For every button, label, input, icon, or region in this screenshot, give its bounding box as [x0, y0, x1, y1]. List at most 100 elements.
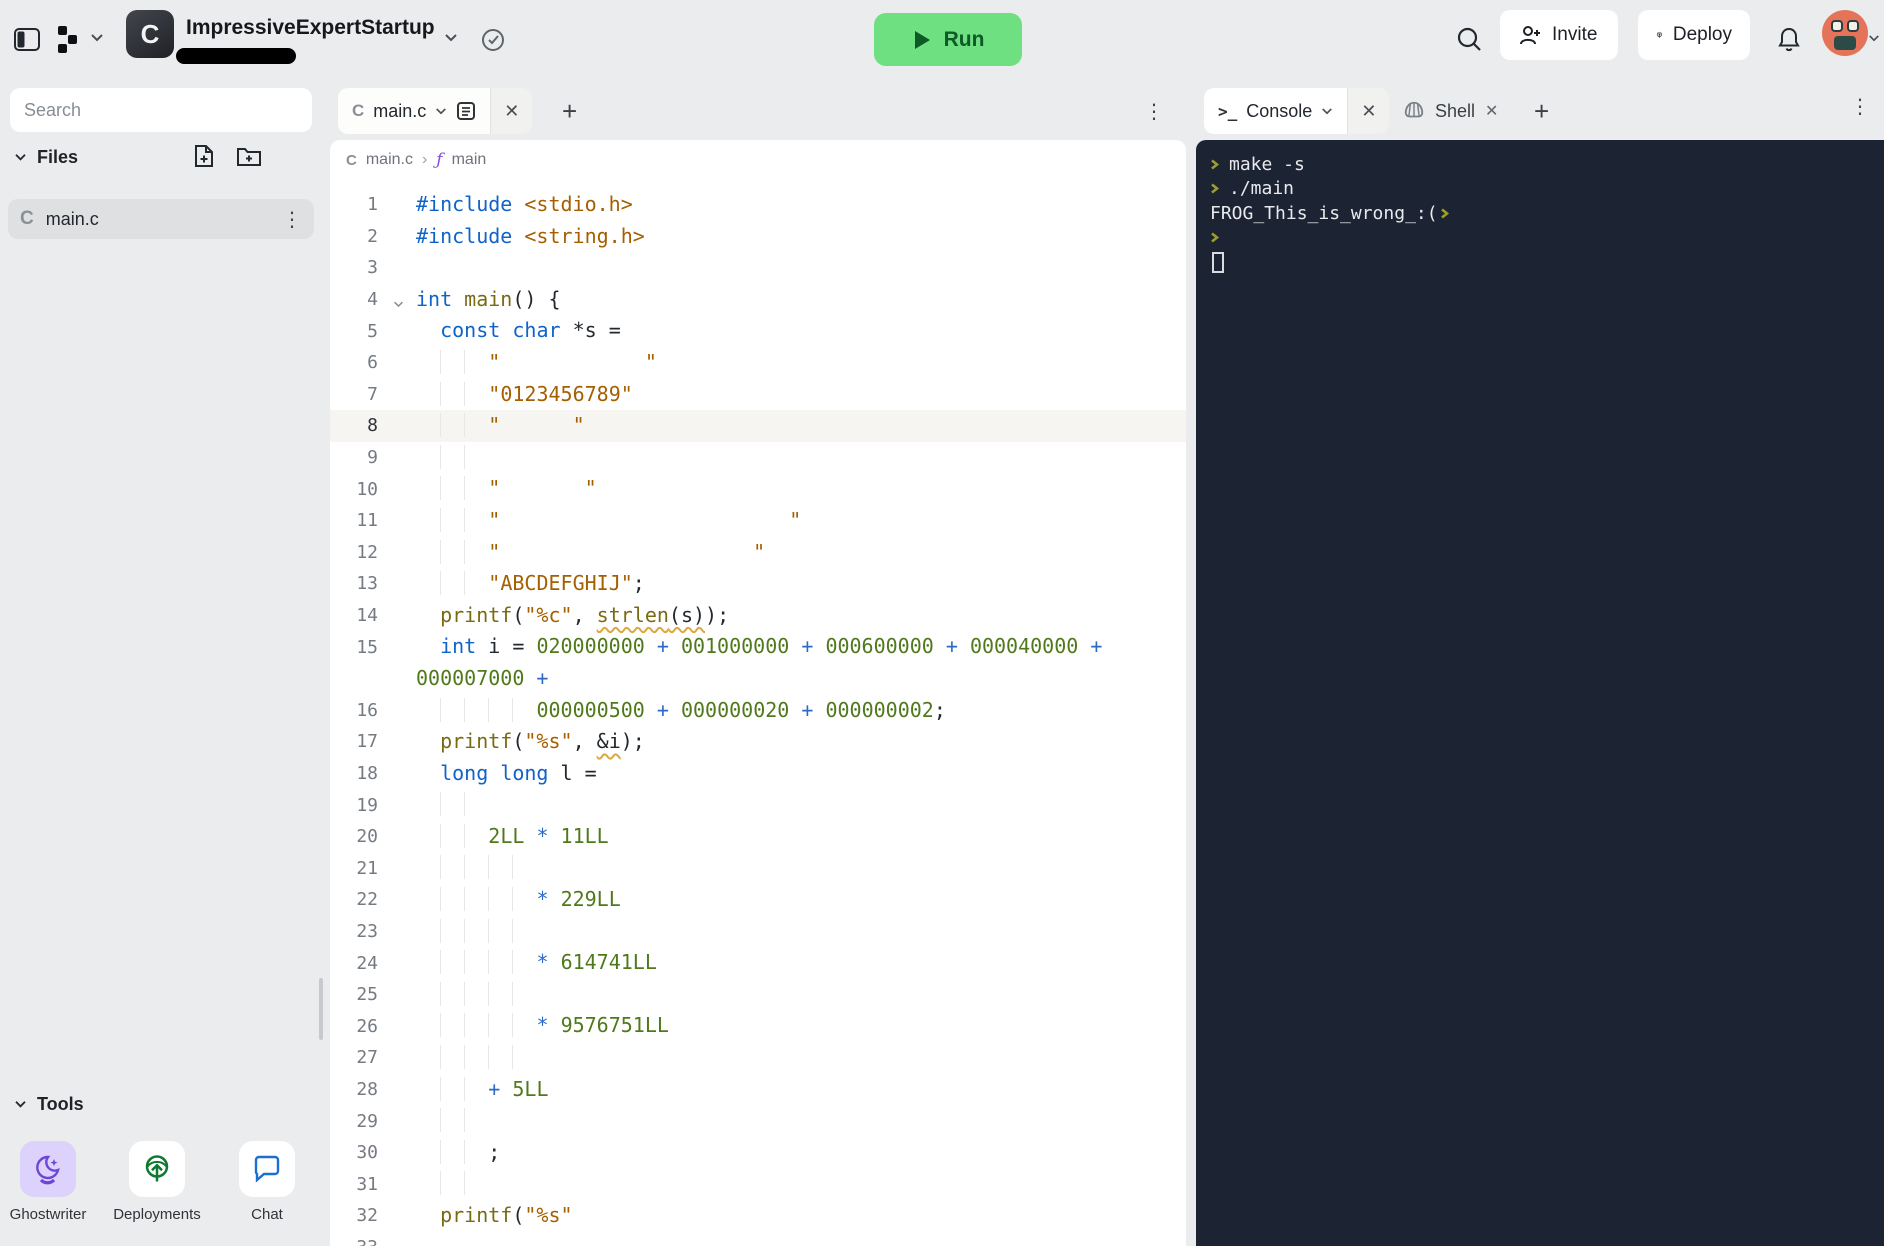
tab-shell[interactable]: Shell ✕	[1391, 88, 1510, 134]
indent-guide	[440, 1108, 464, 1132]
indent-guide	[488, 855, 512, 879]
console-pane[interactable]: make -s ./main FROG_This_is_wrong_:(	[1196, 140, 1884, 1246]
chevron-down-icon[interactable]	[90, 33, 104, 43]
code-line-25[interactable]: 25	[330, 979, 1186, 1011]
new-tab-icon[interactable]: +	[562, 96, 577, 127]
files-section-header[interactable]: Files	[14, 147, 78, 168]
indent-guide	[464, 382, 488, 406]
code-line-12[interactable]: 12 " "	[330, 537, 1186, 569]
account-chevron-icon[interactable]	[1868, 34, 1880, 43]
code-line-32[interactable]: 32 printf("%s"	[330, 1200, 1186, 1232]
tab-chevron-icon[interactable]	[435, 107, 447, 116]
code-line-4[interactable]: 4 int main() {	[330, 284, 1186, 316]
sidebar-toggle-icon[interactable]	[14, 28, 40, 51]
add-folder-icon[interactable]	[236, 143, 262, 174]
code-line-16[interactable]: 16 000000500 + 000000020 + 000000002;	[330, 695, 1186, 727]
notifications-bell-icon[interactable]	[1776, 26, 1802, 54]
code-line-13[interactable]: 13 "ABCDEFGHIJ";	[330, 568, 1186, 600]
line-number: 18	[356, 762, 378, 784]
code-line-14[interactable]: 14 printf("%c", strlen(s));	[330, 600, 1186, 632]
code-line-24[interactable]: 24 * 614741LL	[330, 947, 1186, 979]
line-number: 33	[330, 1237, 416, 1246]
tools-section-header[interactable]: Tools	[14, 1094, 84, 1115]
saved-status-icon	[480, 27, 506, 53]
line-number: 31	[356, 1173, 378, 1195]
console-tab-close-icon[interactable]: ✕	[1347, 88, 1390, 134]
code-line-26[interactable]: 26 * 9576751LL	[330, 1010, 1186, 1042]
code-line-15[interactable]: 15 int i = 020000000 + 001000000 + 00060…	[330, 631, 1186, 663]
search-input[interactable]	[10, 88, 312, 132]
indent-guide	[512, 698, 536, 722]
file-menu-kebab-icon[interactable]: ⋮	[282, 209, 302, 229]
prompt-chevron-icon	[1210, 181, 1220, 196]
add-file-icon[interactable]	[192, 143, 216, 174]
indent-guide	[464, 919, 488, 943]
console-tab-chevron-icon[interactable]	[1321, 107, 1333, 116]
code-line-2[interactable]: 2 #include <string.h>	[330, 221, 1186, 253]
console-pane-kebab-icon[interactable]: ⋮	[1850, 96, 1870, 116]
tool-ghostwriter[interactable]	[20, 1141, 76, 1197]
avatar[interactable]	[1822, 10, 1868, 56]
code-line-6[interactable]: 6 " "	[330, 347, 1186, 379]
tab-main-c[interactable]: C main.c ✕	[338, 88, 533, 134]
code-line-30[interactable]: 30 ;	[330, 1137, 1186, 1169]
tool-chat[interactable]	[239, 1141, 295, 1197]
line-number: 1	[367, 194, 378, 216]
editor-pane-kebab-icon[interactable]: ⋮	[1144, 101, 1164, 121]
indent-guide	[464, 950, 488, 974]
line-number: 8	[367, 415, 378, 437]
breadcrumb-file[interactable]: main.c	[366, 151, 413, 169]
search-icon[interactable]	[1456, 26, 1483, 53]
code-line-22[interactable]: 22 * 229LL	[330, 884, 1186, 916]
code-line-3[interactable]: 3	[330, 252, 1186, 284]
replit-logo-menu[interactable]	[56, 24, 80, 54]
file-item-main-c[interactable]: C main.c ⋮	[8, 199, 314, 239]
indent-guide	[440, 540, 464, 564]
code-line-17[interactable]: 17 printf("%s", &i);	[330, 726, 1186, 758]
indent-guide	[488, 1013, 512, 1037]
code-line-10[interactable]: 10 " "	[330, 473, 1186, 505]
code-lines[interactable]: 1 #include <stdio.h> 2 #include <string.h> 3…	[330, 180, 1186, 1246]
deploy-button[interactable]: Deploy	[1638, 10, 1750, 60]
code-line-5[interactable]: 5 const char *s =	[330, 315, 1186, 347]
code-line-8[interactable]: 8 " "	[330, 410, 1186, 442]
shell-tab-close-icon[interactable]: ✕	[1485, 101, 1498, 121]
indent-guide	[512, 950, 536, 974]
code-line-21[interactable]: 21	[330, 852, 1186, 884]
run-button[interactable]: Run	[874, 13, 1022, 66]
console-new-tab-icon[interactable]: +	[1534, 96, 1549, 127]
sidebar-resize-handle[interactable]	[319, 978, 323, 1040]
tab-console[interactable]: >_ Console ✕	[1204, 88, 1390, 134]
code-line-9[interactable]: 9	[330, 442, 1186, 474]
line-number: 6	[367, 352, 378, 374]
project-title[interactable]: ImpressiveExpertStartup	[186, 16, 435, 40]
code-line-23[interactable]: 23	[330, 916, 1186, 948]
tab-close-icon[interactable]: ✕	[490, 88, 533, 134]
code-line-7[interactable]: 7 "0123456789"	[330, 379, 1186, 411]
code-line-11[interactable]: 11 " "	[330, 505, 1186, 537]
redacted-username	[176, 48, 296, 64]
line-number: 13	[356, 573, 378, 595]
code-line-29[interactable]: 29	[330, 1105, 1186, 1137]
code-line-27[interactable]: 27	[330, 1042, 1186, 1074]
chat-icon	[254, 1155, 280, 1183]
indent-guide	[464, 855, 488, 879]
code-line-wrap[interactable]: 000007000 +	[330, 663, 1186, 695]
tool-deployments[interactable]	[129, 1141, 185, 1197]
code-line-19[interactable]: 19	[330, 789, 1186, 821]
code-line-1[interactable]: 1 #include <stdio.h>	[330, 189, 1186, 221]
code-line-28[interactable]: 28 + 5LL	[330, 1074, 1186, 1106]
invite-button[interactable]: Invite	[1500, 10, 1618, 60]
code-line-18[interactable]: 18 long long l =	[330, 758, 1186, 790]
project-menu-chevron-icon[interactable]	[444, 33, 458, 43]
line-number: 26	[356, 1015, 378, 1037]
code-line-31[interactable]: 31	[330, 1168, 1186, 1200]
fold-chevron-icon[interactable]	[393, 293, 404, 314]
tab-label: main.c	[373, 100, 427, 121]
code-line-20[interactable]: 20 2LL * 11LL	[330, 821, 1186, 853]
indent-guide	[464, 1013, 488, 1037]
code-line-33[interactable]: 33	[330, 1232, 1186, 1246]
indent-guide	[440, 571, 464, 595]
breadcrumb-symbol[interactable]: main	[452, 151, 487, 169]
outline-icon[interactable]	[456, 101, 476, 121]
